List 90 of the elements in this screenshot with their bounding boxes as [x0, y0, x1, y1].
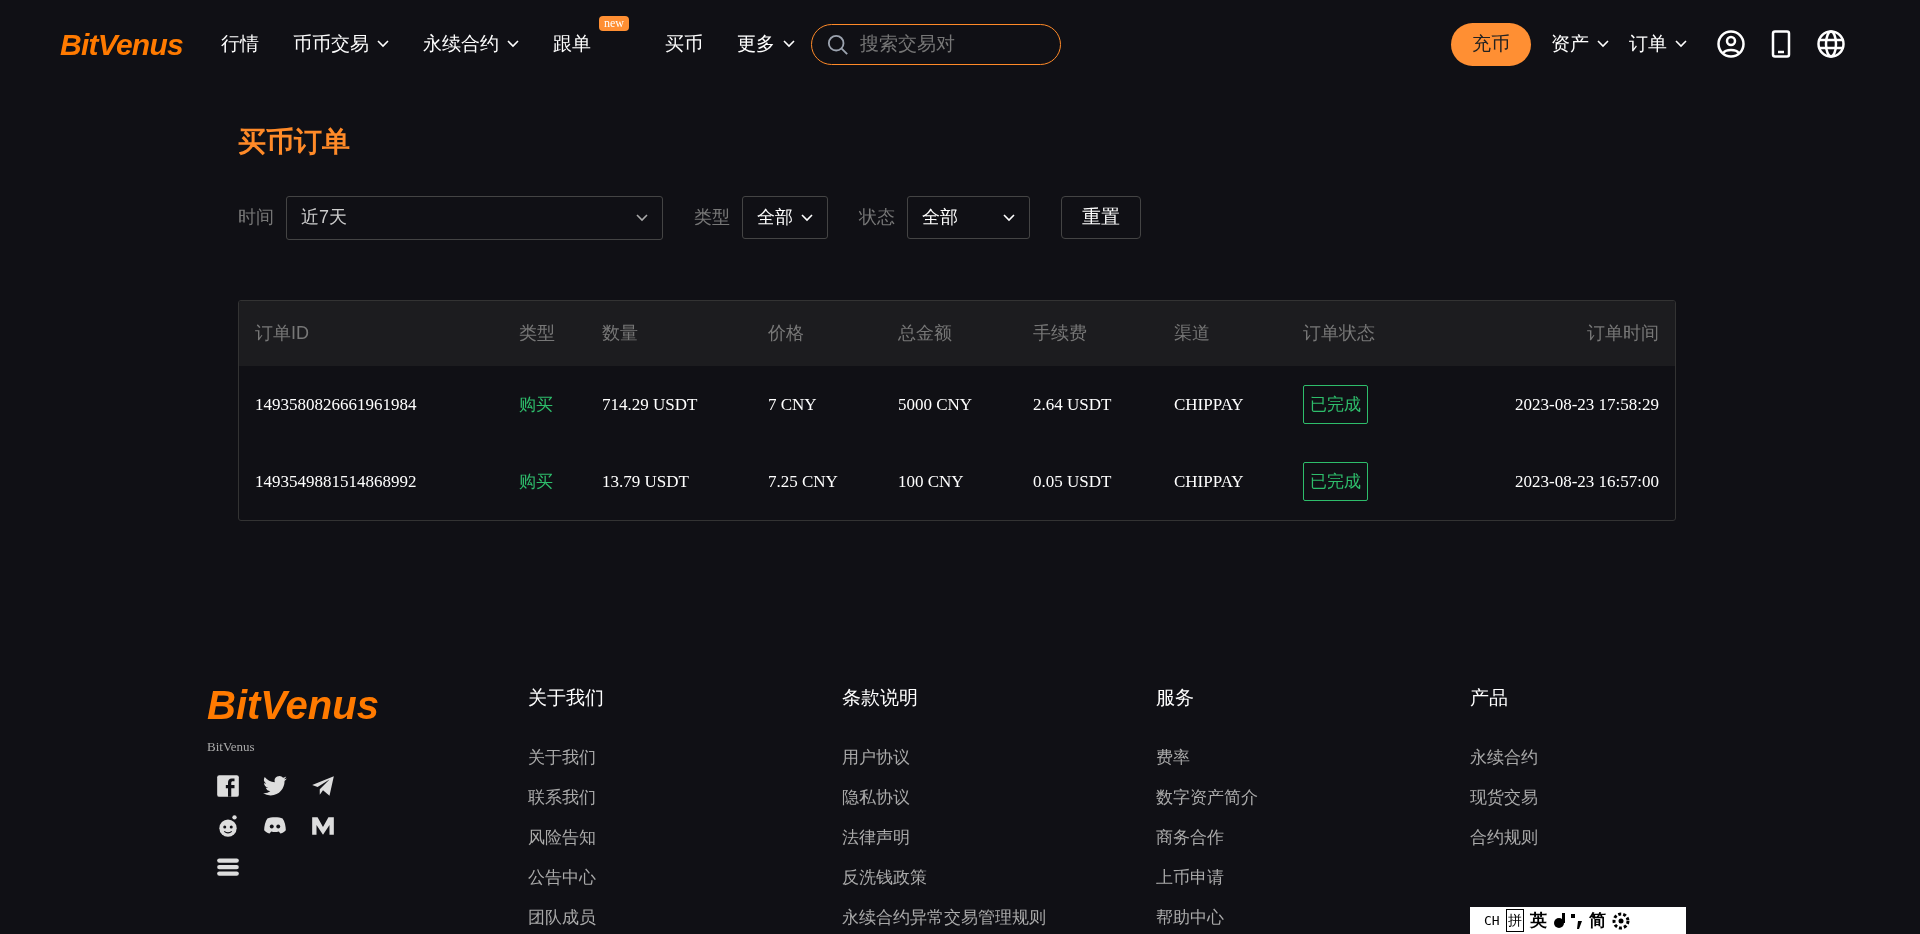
- ime-label[interactable]: CH: [1484, 910, 1500, 931]
- menu-link[interactable]: 资产: [1551, 29, 1589, 59]
- table-cell: 13.79 USDT: [602, 471, 689, 491]
- table-cell: 100 CNY: [898, 471, 964, 491]
- table-cell: CHIPPAY: [1174, 394, 1244, 414]
- footer-logo[interactable]: BitVenus: [207, 685, 528, 725]
- footer-link[interactable]: 数字资产简介: [1156, 785, 1470, 811]
- logo[interactable]: BitVenus: [60, 21, 183, 67]
- select-dropdown[interactable]: 全部: [742, 196, 828, 239]
- footer-link[interactable]: 隐私协议: [842, 785, 1156, 811]
- column-header: 订单时间: [1586, 322, 1659, 345]
- footer-link[interactable]: 联系我们: [528, 785, 842, 811]
- footer-link[interactable]: 永续合约异常交易管理规则: [842, 905, 1156, 931]
- page-title: 买币订单: [238, 125, 351, 159]
- column-header: 类型: [519, 322, 556, 345]
- footer-heading: 产品: [1470, 686, 1509, 710]
- column-header: 订单状态: [1303, 322, 1376, 345]
- table-cell: 0.05 USDT: [1033, 471, 1112, 491]
- footer-heading: 关于我们: [528, 686, 605, 710]
- table-cell: 购买: [519, 471, 553, 491]
- menu-link[interactable]: 订单: [1629, 29, 1667, 59]
- ime-punctuation-icon[interactable]: [1552, 911, 1583, 930]
- column-header: 订单ID: [255, 322, 310, 345]
- chevron-down-icon: [1003, 213, 1015, 222]
- footer-link[interactable]: 现货交易: [1470, 785, 1784, 811]
- chevron-down-icon: [506, 40, 519, 48]
- chevron-down-icon: [636, 213, 648, 222]
- table-cell: 7.25 CNY: [768, 471, 838, 491]
- reset-button[interactable]: 重置: [1061, 196, 1141, 239]
- nav-link[interactable]: 永续合约: [422, 29, 519, 59]
- footer-link[interactable]: 反洗钱政策: [842, 865, 1156, 891]
- footer-link[interactable]: 帮助中心: [1156, 905, 1470, 931]
- table-cell: 1493580826661961984: [255, 394, 417, 414]
- select-dropdown[interactable]: 全部: [907, 196, 1030, 239]
- footer-link[interactable]: 团队成员: [528, 905, 842, 931]
- footer-heading: 服务: [1156, 686, 1195, 710]
- status-tag: 已完成: [1303, 461, 1368, 502]
- search-icon: [826, 33, 849, 56]
- user-icon[interactable]: [1717, 30, 1745, 58]
- nav-link[interactable]: 行情: [220, 29, 259, 59]
- chevron-down-icon: [1675, 40, 1687, 48]
- nav-link[interactable]: 买币: [664, 29, 703, 59]
- filter-label: 类型: [694, 206, 730, 229]
- table-cell: 1493549881514868992: [255, 471, 417, 491]
- column-header: 手续费: [1033, 322, 1088, 345]
- table-cell: CHIPPAY: [1174, 471, 1244, 491]
- facebook-icon[interactable]: [215, 772, 241, 799]
- footer-link[interactable]: 费率: [1156, 745, 1470, 771]
- ime-label[interactable]: 简: [1588, 907, 1606, 934]
- chevron-down-icon: [782, 40, 795, 48]
- footer-heading: 条款说明: [842, 686, 919, 710]
- table-cell: 购买: [519, 394, 553, 414]
- footer-link[interactable]: 公告中心: [528, 865, 842, 891]
- column-header: 渠道: [1174, 322, 1211, 345]
- nav-link[interactable]: 更多: [736, 29, 795, 59]
- footer-link[interactable]: 法律声明: [842, 825, 1156, 851]
- table-cell: 2023-08-23 17:58:29: [1514, 394, 1659, 414]
- footer-link[interactable]: 风险告知: [528, 825, 842, 851]
- column-header: 总金额: [898, 322, 953, 345]
- search-field[interactable]: 搜索交易对: [810, 23, 1061, 65]
- filter-label: 时间: [238, 206, 274, 229]
- footer-link[interactable]: 关于我们: [528, 745, 842, 771]
- column-header: 数量: [602, 322, 639, 345]
- brand-caption: BitVenus: [207, 738, 256, 756]
- table-cell: 2.64 USDT: [1033, 394, 1112, 414]
- filter-label: 状态: [859, 206, 895, 229]
- nav-link[interactable]: 跟单: [552, 29, 591, 59]
- table-cell: 714.29 USDT: [602, 394, 698, 414]
- table-cell: 7 CNY: [768, 394, 817, 414]
- chevron-down-icon: [1597, 40, 1609, 48]
- deposit-button[interactable]: 充币: [1451, 22, 1531, 66]
- new-badge: new: [598, 15, 629, 31]
- chevron-down-icon: [801, 213, 813, 222]
- status-tag: 已完成: [1303, 384, 1368, 425]
- column-header: 价格: [768, 322, 805, 345]
- ime-label[interactable]: 英: [1529, 907, 1547, 934]
- ime-label[interactable]: 拼: [1505, 909, 1524, 932]
- nav-link[interactable]: 币币交易: [292, 29, 389, 59]
- footer-link[interactable]: 用户协议: [842, 745, 1156, 771]
- footer-link[interactable]: 商务合作: [1156, 825, 1470, 851]
- gear-icon[interactable]: [1611, 911, 1630, 930]
- table-cell: 2023-08-23 16:57:00: [1514, 471, 1659, 491]
- globe-icon[interactable]: [1817, 30, 1845, 58]
- phone-icon[interactable]: [1771, 30, 1791, 58]
- select-dropdown[interactable]: 近7天: [286, 195, 663, 240]
- footer-link[interactable]: 上币申请: [1156, 865, 1470, 891]
- footer-link[interactable]: 永续合约: [1470, 745, 1784, 771]
- table-cell: 5000 CNY: [898, 394, 973, 414]
- chevron-down-icon: [376, 40, 389, 48]
- footer-link[interactable]: 合约规则: [1470, 825, 1784, 851]
